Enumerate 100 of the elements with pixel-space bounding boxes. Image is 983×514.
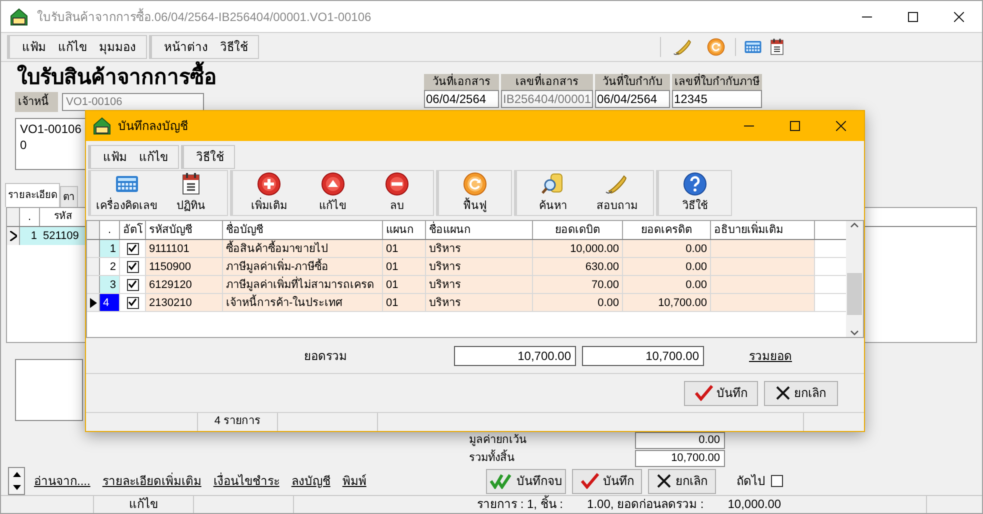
action-link[interactable]: เงื่อนไขชำระ: [213, 472, 280, 490]
column-header[interactable]: .: [100, 221, 120, 239]
save-button[interactable]: บันทึก: [684, 380, 758, 406]
menu-item[interactable]: วิธีใช้: [218, 38, 250, 56]
toolbar-button[interactable]: เพิ่มเติม: [237, 171, 301, 215]
current-row-icon: [90, 298, 96, 308]
up-arrow-circle-icon: [321, 172, 345, 196]
document-field[interactable]: 06/04/2564: [424, 90, 499, 108]
action-link[interactable]: อ่านจาก....: [34, 472, 90, 490]
document-field[interactable]: 06/04/2564: [595, 90, 670, 108]
address-line: VO1-00106: [20, 121, 82, 137]
close-icon: [836, 121, 846, 131]
menu-item[interactable]: แฟ้ม: [20, 38, 48, 56]
cross-icon: [657, 474, 672, 488]
toolbar-button[interactable]: วิธีใช้: [663, 171, 727, 215]
action-link[interactable]: พิมพ์: [342, 472, 366, 490]
up-arrow-icon: [12, 472, 20, 477]
scrollbar[interactable]: [846, 221, 863, 337]
table-cell: 10,000.00: [533, 240, 623, 257]
menu-item[interactable]: แก้ไข: [137, 148, 170, 166]
row-header[interactable]: [87, 294, 100, 311]
table-cell: 01: [383, 294, 426, 311]
document-field[interactable]: 12345: [672, 90, 762, 108]
save-button[interactable]: บันทึก: [572, 468, 642, 494]
minus-circle-icon: [385, 172, 409, 196]
total-label: ยอดรวม: [304, 348, 348, 364]
checkbox[interactable]: [126, 260, 138, 272]
cancel-button[interactable]: ยกเลิก: [648, 468, 716, 494]
sum-link[interactable]: รวมยอด: [749, 346, 792, 364]
field-label: เลขที่เอกสาร: [501, 74, 593, 90]
column-header[interactable]: ชื่อแผนก: [426, 221, 533, 239]
table-cell: บริหาร: [426, 294, 533, 311]
phone-button[interactable]: [673, 37, 693, 57]
status-count: 4 รายการ: [198, 413, 278, 431]
maximize-icon: [790, 121, 800, 131]
table-cell: 630.00: [533, 258, 623, 275]
row-number: 1: [100, 240, 120, 257]
action-link[interactable]: ลงบัญชี: [291, 472, 330, 490]
calendar-button[interactable]: [768, 38, 786, 56]
creditor-label: เจ้าหนี้: [15, 92, 58, 112]
tab[interactable]: ตา: [60, 186, 78, 207]
menu-item[interactable]: มุมมอง: [97, 38, 138, 56]
refresh-icon: [463, 172, 487, 196]
column-header[interactable]: อัตโ: [120, 221, 146, 239]
action-link[interactable]: รายละเอียดเพิ่มเติม: [102, 472, 202, 490]
save-button[interactable]: บันทึกจบ: [486, 468, 566, 494]
toolbar-button[interactable]: ปฏิทิน: [159, 171, 223, 215]
column-header[interactable]: อธิบายเพิ่มเติม: [711, 221, 815, 239]
refresh-button[interactable]: [707, 38, 725, 56]
scroll-down-icon: [850, 328, 859, 337]
column-header[interactable]: ยอดเครดิต: [623, 221, 711, 239]
debit-total-field: 10,700.00: [454, 346, 576, 366]
cross-icon: [776, 386, 790, 400]
next-label: ถัดไป: [736, 473, 766, 490]
table-cell: 521109: [43, 230, 79, 242]
summary-value: 0.00: [635, 432, 725, 448]
table-cell: 01: [383, 276, 426, 293]
note-box: [15, 359, 83, 421]
cancel-button[interactable]: ยกเลิก: [764, 380, 838, 406]
column-header[interactable]: .: [20, 208, 40, 226]
table-cell: บริหาร: [426, 276, 533, 293]
table-cell: 10,700.00: [623, 294, 711, 311]
toolbar-button[interactable]: เครื่องคิดเลข: [95, 171, 159, 215]
row-header[interactable]: [7, 227, 20, 245]
calculator-button[interactable]: [744, 38, 762, 56]
scrollbar-thumb[interactable]: [847, 273, 862, 315]
tab[interactable]: รายละเอียด: [5, 183, 60, 207]
column-header[interactable]: แผนก: [383, 221, 426, 239]
column-header[interactable]: รหัส: [40, 208, 80, 226]
help-icon: [683, 172, 707, 196]
toolbar-button[interactable]: ฟื้นฟู: [443, 171, 507, 215]
menu-item[interactable]: แฟ้ม: [101, 148, 129, 166]
app-logo-icon: [9, 8, 29, 26]
spin-button[interactable]: [8, 467, 25, 495]
summary-label: รวมทั้งสิ้น: [469, 450, 635, 466]
double-check-icon: [490, 473, 512, 489]
checkbox[interactable]: [126, 296, 138, 308]
toolbar-button[interactable]: ค้นหา: [521, 171, 585, 215]
toolbar-button[interactable]: สอบถาม: [585, 171, 649, 215]
checkbox[interactable]: [126, 278, 138, 290]
table-cell: ภาษีมูลค่าเพิ่ม-ภาษีซื้อ: [223, 258, 383, 275]
column-header[interactable]: รหัสบัญชี: [146, 221, 223, 239]
table-cell: ซื้อสินค้าซื้อมาขายไป: [223, 240, 383, 257]
row-number: 1: [30, 230, 37, 242]
menu-item[interactable]: หน้าต่าง: [162, 38, 210, 56]
toolbar-button[interactable]: ลบ: [365, 171, 429, 215]
refresh-icon: [707, 38, 725, 56]
menu-item[interactable]: แก้ไข: [56, 38, 89, 56]
column-header[interactable]: ยอดเดบิต: [533, 221, 623, 239]
column-header[interactable]: ชื่อบัญชี: [223, 221, 383, 239]
maximize-icon: [908, 12, 918, 22]
toolbar-button[interactable]: แก้ไข: [301, 171, 365, 215]
menu-item[interactable]: วิธีใช้: [194, 148, 226, 166]
table-cell: 9111101: [146, 240, 223, 257]
table-cell: บริหาร: [426, 258, 533, 275]
calculator-icon: [744, 38, 762, 56]
checkbox[interactable]: [126, 242, 138, 254]
field-label: วันที่ใบกำกับ: [595, 74, 670, 90]
checkbox[interactable]: [771, 475, 784, 487]
table-cell: บริหาร: [426, 240, 533, 257]
